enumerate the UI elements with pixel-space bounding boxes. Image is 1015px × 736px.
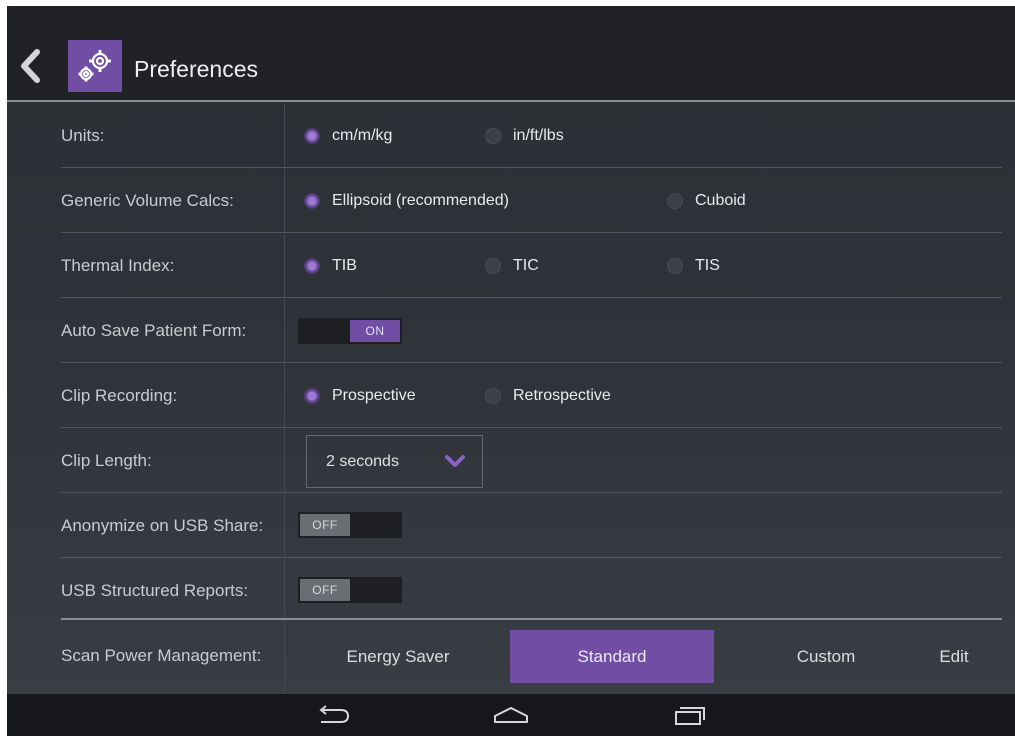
auto-save-label: Auto Save Patient Form: xyxy=(61,321,247,340)
clip-length-label: Clip Length: xyxy=(61,451,152,470)
clip-option-prospective[interactable]: Prospective xyxy=(304,364,416,428)
row-divider xyxy=(61,492,1002,493)
system-nav-bar xyxy=(7,694,1015,736)
radio-label: TIS xyxy=(695,257,720,274)
radio-unselected-icon xyxy=(485,128,501,144)
nav-home-icon xyxy=(494,707,528,723)
radio-selected-icon xyxy=(304,258,320,274)
radio-unselected-icon xyxy=(667,193,683,209)
usb-reports-label: USB Structured Reports: xyxy=(61,581,249,600)
row-divider xyxy=(61,167,1002,168)
radio-label: Ellipsoid (recommended) xyxy=(332,192,509,209)
anonymize-label: Anonymize on USB Share: xyxy=(61,516,264,535)
preferences-app-icon xyxy=(68,40,122,92)
thermal-option-tib[interactable]: TIB xyxy=(304,234,357,298)
row-divider xyxy=(61,362,1002,363)
nav-recents-button[interactable] xyxy=(667,702,711,728)
auto-save-row: Auto Save Patient Form: ON xyxy=(7,299,1015,363)
radio-label: in/ft/lbs xyxy=(513,127,564,144)
scan-power-label: Scan Power Management: xyxy=(61,646,262,665)
units-label: Units: xyxy=(61,126,105,145)
nav-recents-icon xyxy=(675,707,705,725)
usb-reports-toggle[interactable]: OFF xyxy=(298,577,402,603)
volume-calcs-row: Generic Volume Calcs: Ellipsoid (recomme… xyxy=(7,169,1015,233)
back-button[interactable] xyxy=(19,48,43,84)
radio-selected-icon xyxy=(304,128,320,144)
column-divider xyxy=(284,364,285,428)
gears-icon xyxy=(78,50,111,82)
row-divider xyxy=(61,557,1002,558)
thermal-index-row: Thermal Index: TIB TIC TIS xyxy=(7,234,1015,298)
column-divider xyxy=(284,559,285,623)
power-option-standard[interactable]: Standard xyxy=(510,630,714,683)
radio-unselected-icon xyxy=(485,258,501,274)
clip-recording-label: Clip Recording: xyxy=(61,386,178,405)
auto-save-toggle[interactable]: ON xyxy=(298,318,402,344)
scan-power-row: Scan Power Management: Energy Saver Stan… xyxy=(7,618,1015,694)
dropdown-value: 2 seconds xyxy=(326,452,399,470)
radio-selected-icon xyxy=(304,388,320,404)
power-edit-button[interactable]: Edit xyxy=(929,630,979,683)
nav-back-button[interactable] xyxy=(311,702,355,728)
column-divider xyxy=(284,429,285,493)
thermal-index-label: Thermal Index: xyxy=(61,256,175,275)
thermal-option-tis[interactable]: TIS xyxy=(667,234,720,298)
radio-label: TIC xyxy=(513,257,539,274)
column-divider xyxy=(284,299,285,363)
row-divider xyxy=(61,232,1002,233)
clip-length-row: Clip Length: 2 seconds xyxy=(7,429,1015,493)
volume-calcs-label: Generic Volume Calcs: xyxy=(61,191,234,210)
clip-option-retrospective[interactable]: Retrospective xyxy=(485,364,611,428)
thermal-option-tic[interactable]: TIC xyxy=(485,234,539,298)
chevron-left-icon xyxy=(21,49,40,83)
nav-home-button[interactable] xyxy=(489,702,533,728)
units-option-imperial[interactable]: in/ft/lbs xyxy=(485,104,564,168)
radio-label: Cuboid xyxy=(695,192,746,209)
chevron-down-icon xyxy=(445,455,465,467)
clip-length-dropdown[interactable]: 2 seconds xyxy=(306,435,483,488)
page-title: Preferences xyxy=(134,56,259,82)
toggle-state: OFF xyxy=(300,514,350,536)
clip-recording-row: Clip Recording: Prospective Retrospectiv… xyxy=(7,364,1015,428)
toggle-state: ON xyxy=(350,320,400,342)
column-divider xyxy=(284,494,285,558)
row-divider xyxy=(61,297,1002,298)
radio-selected-icon xyxy=(304,193,320,209)
power-option-energy-saver[interactable]: Energy Saver xyxy=(297,630,499,683)
anonymize-row: Anonymize on USB Share: OFF xyxy=(7,494,1015,558)
radio-unselected-icon xyxy=(485,388,501,404)
column-divider xyxy=(284,104,285,168)
usb-reports-row: USB Structured Reports: OFF xyxy=(7,559,1015,623)
column-divider xyxy=(284,169,285,233)
radio-label: Prospective xyxy=(332,387,416,404)
units-row: Units: cm/m/kg in/ft/lbs xyxy=(7,104,1015,168)
radio-label: cm/m/kg xyxy=(332,127,393,144)
units-option-metric[interactable]: cm/m/kg xyxy=(304,104,392,168)
column-divider xyxy=(284,234,285,298)
preferences-screen: Preferences Units: cm/m/kg in/ft/lbs Gen… xyxy=(7,6,1015,736)
column-divider xyxy=(284,620,285,694)
volume-option-ellipsoid[interactable]: Ellipsoid (recommended) xyxy=(304,169,509,233)
power-option-custom[interactable]: Custom xyxy=(725,630,927,683)
header-bar: Preferences xyxy=(7,6,1015,102)
radio-unselected-icon xyxy=(667,258,683,274)
nav-back-icon xyxy=(319,705,350,723)
anonymize-toggle[interactable]: OFF xyxy=(298,512,402,538)
row-divider xyxy=(61,427,1002,428)
toggle-state: OFF xyxy=(300,579,350,601)
radio-label: Retrospective xyxy=(513,387,611,404)
volume-option-cuboid[interactable]: Cuboid xyxy=(667,169,746,233)
radio-label: TIB xyxy=(332,257,357,274)
